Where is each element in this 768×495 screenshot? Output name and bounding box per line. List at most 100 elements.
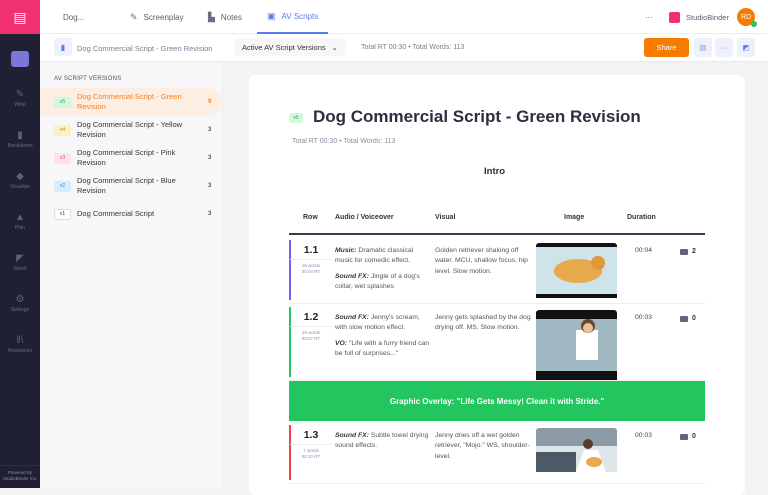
comment-count: 0 xyxy=(692,315,696,322)
workspace-icon xyxy=(669,11,680,23)
doc-totals: Total RT 00:30 • Total Words: 113 xyxy=(361,44,465,51)
nav-settings[interactable]: ⚙ Settings xyxy=(0,294,40,313)
comment-icon xyxy=(680,315,688,322)
pencil-icon: ✎ xyxy=(15,89,25,100)
storyboard-image[interactable] xyxy=(536,243,617,303)
comments-button[interactable]: 0 xyxy=(680,433,696,440)
version-name: Dog Commercial Script xyxy=(77,209,155,218)
version-badge: v2 xyxy=(54,180,71,192)
graphic-overlay-banner[interactable]: Graphic Overlay: "Life Gets Messy! Clean… xyxy=(289,381,705,421)
tab-notes[interactable]: ▙ Notes xyxy=(208,0,242,34)
header-audio: Audio / Voiceover xyxy=(335,214,394,221)
version-item[interactable]: v3 Dog Commercial Script - Pink Revision 3 xyxy=(40,144,222,172)
version-name: Dog Commercial Script - Green Revision xyxy=(77,92,182,111)
row-stats: 16 words 00:04 RT xyxy=(290,259,332,275)
version-item[interactable]: v5 Dog Commercial Script - Green Revision… xyxy=(40,88,221,116)
nav-visualize[interactable]: ◆ Visualize xyxy=(0,171,40,190)
page-title: Dog Commercial Script - Green Revision xyxy=(313,107,641,126)
audio-text: "Life with a furry friend can be full of… xyxy=(335,339,430,357)
header-visual: Visual xyxy=(435,214,456,221)
row-stats: 19 words 00:07 RT xyxy=(290,326,332,342)
nav-breakdown[interactable]: ▮ Breakdown xyxy=(0,130,40,149)
av-doc-icon: ▮ xyxy=(54,38,72,56)
online-indicator xyxy=(751,21,757,27)
breakdown-icon: ▮ xyxy=(17,130,23,141)
header-duration: Duration xyxy=(627,214,656,221)
word-count: 19 words xyxy=(301,330,321,335)
header-row: Row xyxy=(303,214,318,221)
version-badge: v5 xyxy=(54,96,71,108)
audio-cell[interactable]: Sound FX: Subtle towel drying sound effe… xyxy=(335,431,430,452)
duration-cell[interactable]: 00:03 xyxy=(635,431,652,441)
header-divider xyxy=(289,233,705,235)
home-icon[interactable] xyxy=(11,51,29,67)
top-bar: Dog... ✎ Screenplay ▙ Notes ▣ AV Scripts ··… xyxy=(40,0,768,34)
version-item[interactable]: v1 Dog Commercial Script 3 xyxy=(40,200,222,228)
nav-label: Settings xyxy=(10,307,30,313)
version-item[interactable]: v2 Dog Commercial Script - Blue Revision 3 xyxy=(40,172,222,200)
version-item[interactable]: v4 Dog Commercial Script - Yellow Revisio… xyxy=(40,116,222,144)
nav-write[interactable]: ✎ Write xyxy=(0,89,40,108)
versions-dropdown[interactable]: Active AV Script Versions ⌄ xyxy=(234,38,346,56)
tab-label: Notes xyxy=(220,12,242,22)
workspace-switcher[interactable]: StudioBinder xyxy=(669,0,729,34)
audio-label: Sound FX: xyxy=(335,272,369,280)
audio-label: Sound FX: xyxy=(335,314,369,321)
comment-count: 2 xyxy=(692,248,696,255)
shoot-icon: ◤ xyxy=(16,253,24,264)
version-count: 3 xyxy=(208,211,212,217)
nav-label: Resources xyxy=(8,348,32,354)
nav-plan[interactable]: ▲ Plan xyxy=(0,212,40,231)
nav-resources[interactable]: ‖\ Resources xyxy=(0,335,40,354)
row-number[interactable]: 1.2 19 words 00:07 RT xyxy=(290,311,332,342)
visual-cell[interactable]: Jenny gets splashed by the dog drying of… xyxy=(435,313,532,334)
audio-label: VO: xyxy=(335,339,348,347)
doc-name: Dog Commercial Script - Green Revision xyxy=(77,44,213,53)
present-button[interactable]: ◩ xyxy=(737,38,755,57)
nav-label: Shoot xyxy=(13,266,27,272)
version-badge: v1 xyxy=(54,208,71,220)
version-count: 3 xyxy=(208,183,212,189)
version-count: 3 xyxy=(208,155,212,161)
duration-cell[interactable]: 00:03 xyxy=(635,313,652,323)
row-stats: 7 words 00:10 RT xyxy=(290,444,332,460)
duration-cell[interactable]: 00:04 xyxy=(635,246,652,256)
more-menu-button[interactable]: ··· xyxy=(645,0,653,34)
audio-cell[interactable]: Music: Dramatic classical music for come… xyxy=(335,246,430,292)
tab-label: Screenplay xyxy=(143,12,184,22)
workspace-label: StudioBinder xyxy=(686,12,729,22)
comments-button[interactable]: 0 xyxy=(680,315,696,322)
comment-icon xyxy=(680,248,688,255)
tab-screenplay[interactable]: ✎ Screenplay xyxy=(130,0,184,34)
nav-label: Write xyxy=(14,102,26,108)
studiobinder-logo[interactable]: ▤ xyxy=(0,0,40,34)
project-name[interactable]: Dog... xyxy=(63,0,84,34)
row-number[interactable]: 1.1 16 words 00:04 RT xyxy=(290,244,332,275)
word-count: 16 words xyxy=(301,263,321,268)
nav-shoot[interactable]: ◤ Shoot xyxy=(0,253,40,272)
export-pdf-button[interactable]: ▤ xyxy=(694,38,712,57)
storyboard-image[interactable] xyxy=(536,428,617,477)
version-count: 3 xyxy=(208,127,212,133)
comments-button[interactable]: 2 xyxy=(680,248,696,255)
row-runtime: 00:07 RT xyxy=(301,336,321,341)
visual-cell[interactable]: Golden retriever shaking off water. MCU,… xyxy=(435,246,532,277)
visual-cell[interactable]: Jenny dries off a wet golden retriever, … xyxy=(435,431,532,462)
share-button[interactable]: Share xyxy=(644,38,689,57)
storyboard-image[interactable] xyxy=(536,310,617,385)
row-divider xyxy=(289,483,705,484)
audio-cell[interactable]: Sound FX: Jenny's scream, with slow moti… xyxy=(335,313,430,359)
row-number[interactable]: 1.3 7 words 00:10 RT xyxy=(290,429,332,460)
tab-av-scripts[interactable]: ▣ AV Scripts xyxy=(257,0,329,34)
more-options-button[interactable]: ··· xyxy=(715,38,733,57)
nav-label: Breakdown xyxy=(7,143,33,149)
plan-icon: ▲ xyxy=(15,212,25,223)
visualize-icon: ◆ xyxy=(16,171,24,182)
chevron-down-icon: ⌄ xyxy=(331,42,338,52)
dropdown-label: Active AV Script Versions xyxy=(242,42,326,52)
doc-toolbar: ▮ Dog Commercial Script - Green Revision… xyxy=(40,34,768,62)
version-name: Dog Commercial Script - Yellow Revision xyxy=(77,120,183,139)
document-icon: ▤ xyxy=(699,43,707,52)
row-number-label: 1.2 xyxy=(303,311,319,323)
left-nav: ▤ ✎ Write ▮ Breakdown ◆ Visualize ▲ Plan ◤ Sh… xyxy=(0,0,40,488)
